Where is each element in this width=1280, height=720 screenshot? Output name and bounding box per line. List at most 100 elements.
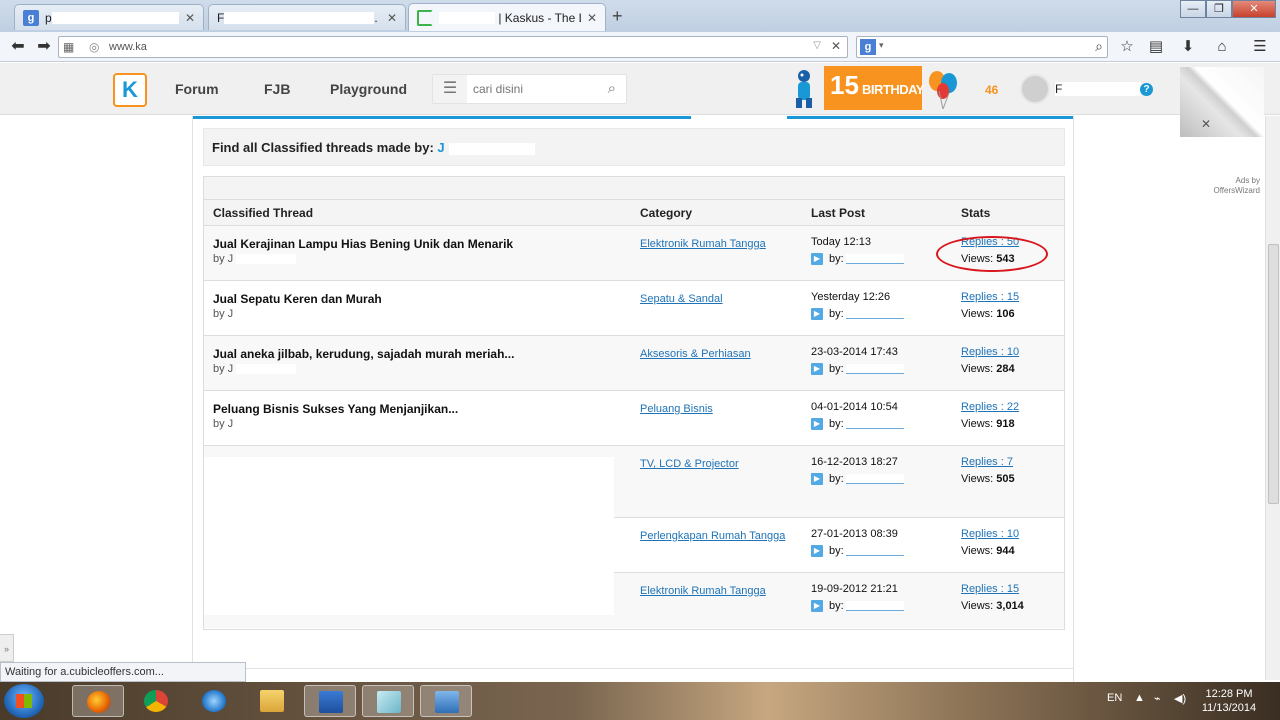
thread-title[interactable]: Jual Sepatu Keren dan Murah: [213, 292, 382, 306]
go-to-last-post-icon[interactable]: ▶: [811, 545, 823, 558]
download-icon[interactable]: ⬇: [1178, 38, 1198, 58]
thread-title[interactable]: Jual Kerajinan Lampu Hias Bening Unik da…: [213, 237, 513, 251]
back-icon[interactable]: ⬅: [8, 37, 28, 57]
category-menu-icon[interactable]: ☰: [433, 75, 467, 103]
page-scrollbar[interactable]: [1265, 116, 1280, 680]
address-bar[interactable]: ▦ ◎ www.ka ▽ ✕: [58, 36, 848, 58]
close-tab-icon[interactable]: ✕: [587, 11, 597, 25]
close-ad-icon[interactable]: ✕: [1201, 117, 1211, 131]
sidebar-grip-icon[interactable]: »: [0, 634, 14, 662]
replies-link[interactable]: Replies : 22: [961, 401, 1019, 413]
maximize-icon[interactable]: ❐: [1206, 0, 1232, 18]
replies-link[interactable]: Replies : 7: [961, 456, 1013, 468]
replies-link[interactable]: Replies : 15: [961, 583, 1019, 595]
globe-icon: ◎: [89, 40, 100, 54]
taskbar-control-panel[interactable]: [420, 685, 472, 717]
replies-link[interactable]: Replies : 50: [961, 236, 1019, 248]
control-panel-icon: [435, 691, 459, 713]
bookmark-star-icon[interactable]: ☆: [1117, 38, 1137, 58]
ad-page-curl[interactable]: [1180, 67, 1264, 137]
close-tab-icon[interactable]: ✕: [387, 11, 397, 25]
taskbar-explorer[interactable]: [246, 685, 298, 717]
engine-dropdown-icon[interactable]: ▾: [879, 40, 884, 51]
notification-count[interactable]: 46: [985, 83, 998, 97]
windows-logo-icon: [16, 694, 32, 708]
go-to-last-post-icon[interactable]: ▶: [811, 418, 823, 431]
close-window-icon[interactable]: ✕: [1232, 0, 1276, 18]
google-icon: g: [23, 9, 39, 26]
dropdown-icon[interactable]: ▽: [813, 40, 821, 51]
user-avatar[interactable]: [1020, 74, 1050, 104]
start-button[interactable]: [4, 684, 44, 718]
thread-author: by J: [213, 363, 297, 375]
taskbar-ie[interactable]: [188, 685, 240, 717]
find-user-name[interactable]: J: [437, 140, 444, 155]
forward-icon[interactable]: ➡: [34, 37, 54, 57]
kaskus-header: K Forum FJB Playground ☰ ⌕ 15 BIRTHDAY 4…: [0, 63, 1280, 115]
volume-icon[interactable]: ◀): [1174, 692, 1186, 705]
taskbar-app[interactable]: [362, 685, 414, 717]
replies-link[interactable]: Replies : 10: [961, 528, 1019, 540]
word-icon: [319, 691, 343, 713]
last-post-by: ▶ by:: [811, 253, 904, 266]
loading-icon: [417, 9, 433, 26]
views-count: Views: 543: [961, 253, 1015, 265]
col-classified-thread: Classified Thread: [213, 206, 314, 220]
language-indicator[interactable]: EN: [1107, 692, 1122, 704]
last-post-time: Today 12:13: [811, 236, 871, 248]
thread-title[interactable]: Jual aneka jilbab, kerudung, sajadah mur…: [213, 347, 514, 361]
birthday-banner[interactable]: 15 BIRTHDAY: [824, 66, 924, 110]
kaskus-search: ☰ ⌕: [432, 74, 627, 104]
browser-tab-1[interactable]: g p. ✕: [14, 4, 204, 30]
thread-category[interactable]: TV, LCD & Projector: [640, 456, 800, 473]
thread-category[interactable]: Perlengkapan Rumah Tangga: [640, 528, 800, 545]
username[interactable]: F: [1055, 82, 1141, 96]
menu-icon[interactable]: ☰: [1250, 38, 1270, 58]
last-post-time: 23-03-2014 17:43: [811, 346, 898, 358]
home-icon[interactable]: ⌂: [1212, 38, 1232, 58]
thread-category[interactable]: Aksesoris & Perhiasan: [640, 346, 800, 363]
go-to-last-post-icon[interactable]: ▶: [811, 363, 823, 376]
nav-forum[interactable]: Forum: [175, 81, 219, 97]
bookmarks-icon[interactable]: ▤: [1146, 38, 1166, 58]
go-to-last-post-icon[interactable]: ▶: [811, 600, 823, 613]
thread-category[interactable]: Peluang Bisnis: [640, 401, 800, 418]
thread-category[interactable]: Elektronik Rumah Tangga: [640, 583, 800, 600]
taskbar-word[interactable]: [304, 685, 356, 717]
thread-category[interactable]: Sepatu & Sandal: [640, 291, 800, 308]
stop-icon[interactable]: ✕: [831, 39, 841, 53]
minimize-icon[interactable]: —: [1180, 0, 1206, 18]
go-to-last-post-icon[interactable]: ▶: [811, 253, 823, 266]
search-icon[interactable]: ⌕: [608, 80, 616, 97]
go-to-last-post-icon[interactable]: ▶: [811, 308, 823, 321]
network-icon[interactable]: ⌁: [1154, 692, 1161, 705]
views-count: Views: 918: [961, 418, 1015, 430]
replies-link[interactable]: Replies : 15: [961, 291, 1019, 303]
thread-category[interactable]: Elektronik Rumah Tangga: [640, 236, 800, 253]
kaskus-logo[interactable]: K: [113, 73, 147, 107]
new-tab-icon[interactable]: +: [612, 6, 623, 27]
table-row: Perlengkapan Rumah Tangga 27-01-2013 08:…: [204, 518, 1064, 573]
help-icon[interactable]: ?: [1140, 83, 1153, 96]
search-icon[interactable]: ⌕: [1095, 38, 1103, 55]
nav-playground[interactable]: Playground: [330, 81, 407, 97]
col-stats: Stats: [961, 206, 991, 220]
tab-2-suffix: .: [374, 10, 378, 25]
go-to-last-post-icon[interactable]: ▶: [811, 473, 823, 486]
kaskus-search-input[interactable]: [473, 81, 593, 97]
close-tab-icon[interactable]: ✕: [185, 11, 195, 25]
thread-title[interactable]: Peluang Bisnis Sukses Yang Menjanjikan..…: [213, 402, 458, 416]
taskbar-firefox[interactable]: [72, 685, 124, 717]
window-controls: — ❐ ✕: [1180, 0, 1276, 18]
ads-label: Ads by OffersWizard: [1213, 176, 1260, 195]
taskbar-chrome[interactable]: [130, 685, 182, 717]
nav-fjb[interactable]: FJB: [264, 81, 290, 97]
browser-tab-active[interactable]: | Kaskus - The Lar... ✕: [408, 3, 606, 31]
birthday-number: 15: [830, 70, 859, 100]
scrollbar-thumb[interactable]: [1268, 244, 1279, 504]
clock[interactable]: 12:28 PM 11/13/2014: [1196, 687, 1262, 715]
tray-expand-icon[interactable]: ▲: [1134, 692, 1145, 704]
browser-tab-2[interactable]: F. ✕: [208, 4, 406, 30]
replies-link[interactable]: Replies : 10: [961, 346, 1019, 358]
browser-search-box[interactable]: g ▾ ⌕: [856, 36, 1108, 58]
